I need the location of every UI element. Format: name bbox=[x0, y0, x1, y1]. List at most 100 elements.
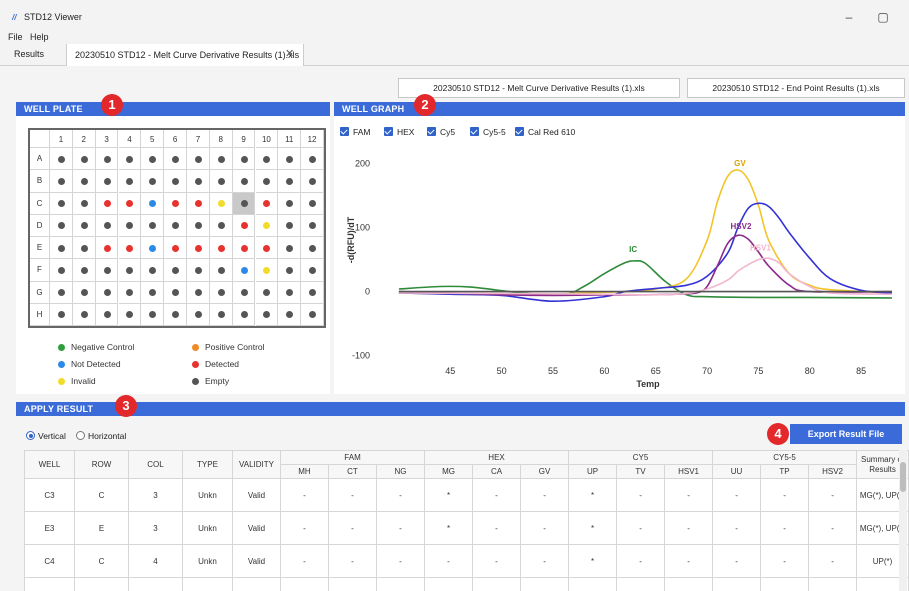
table-row[interactable]: C4 C 4 Unkn Valid - - - - - - * - - - - - UP(*) bbox=[24, 544, 909, 578]
plate-col-header[interactable]: 1 bbox=[50, 130, 73, 148]
well-A8[interactable] bbox=[209, 148, 233, 171]
well-C10[interactable] bbox=[255, 192, 279, 215]
well-H1[interactable] bbox=[50, 303, 73, 326]
col-header-hsv2[interactable]: HSV2 bbox=[808, 464, 858, 479]
well-F7[interactable] bbox=[187, 259, 210, 282]
well-F2[interactable] bbox=[72, 259, 96, 282]
well-A12[interactable] bbox=[301, 148, 324, 171]
well-G8[interactable] bbox=[209, 281, 233, 304]
col-header-tv[interactable]: TV bbox=[616, 464, 666, 479]
well-D3[interactable] bbox=[95, 214, 119, 237]
vertical-radio[interactable]: Vertical bbox=[26, 431, 66, 441]
well-A1[interactable] bbox=[50, 148, 73, 171]
well-F5[interactable] bbox=[141, 259, 165, 282]
well-A11[interactable] bbox=[278, 148, 302, 171]
plate-col-header[interactable]: 8 bbox=[209, 130, 233, 148]
menu-file[interactable]: File bbox=[8, 32, 23, 42]
plate-row-header[interactable]: A bbox=[30, 148, 50, 171]
well-B9[interactable] bbox=[232, 170, 256, 193]
well-G3[interactable] bbox=[95, 281, 119, 304]
well-C7[interactable] bbox=[187, 192, 210, 215]
minimize-button[interactable]: – bbox=[838, 8, 860, 26]
plate-col-header[interactable]: 2 bbox=[72, 130, 96, 148]
plate-row-header[interactable]: D bbox=[30, 214, 50, 237]
well-B8[interactable] bbox=[209, 170, 233, 193]
well-F3[interactable] bbox=[95, 259, 119, 282]
well-H2[interactable] bbox=[72, 303, 96, 326]
well-H10[interactable] bbox=[255, 303, 279, 326]
well-A7[interactable] bbox=[187, 148, 210, 171]
well-H11[interactable] bbox=[278, 303, 302, 326]
well-F10[interactable] bbox=[255, 259, 279, 282]
well-G10[interactable] bbox=[255, 281, 279, 304]
well-D4[interactable] bbox=[118, 214, 142, 237]
well-E11[interactable] bbox=[278, 237, 302, 260]
well-F12[interactable] bbox=[301, 259, 324, 282]
well-A5[interactable] bbox=[141, 148, 165, 171]
well-G12[interactable] bbox=[301, 281, 324, 304]
well-C5[interactable] bbox=[141, 192, 165, 215]
plate-col-header[interactable]: 10 bbox=[255, 130, 279, 148]
well-B6[interactable] bbox=[164, 170, 187, 193]
well-G4[interactable] bbox=[118, 281, 142, 304]
well-D6[interactable] bbox=[164, 214, 187, 237]
well-plate-grid[interactable]: 1 2 3 4 5 6 7 8 9 10 11 12 A B C D E F G H bbox=[28, 128, 326, 328]
well-G6[interactable] bbox=[164, 281, 187, 304]
col-header-validity[interactable]: VALIDITY bbox=[232, 450, 281, 479]
well-E6[interactable] bbox=[164, 237, 187, 260]
col-header-type[interactable]: TYPE bbox=[182, 450, 233, 479]
well-D11[interactable] bbox=[278, 214, 302, 237]
well-E10[interactable] bbox=[255, 237, 279, 260]
tab-melt-curve-file[interactable]: 20230510 STD12 - Melt Curve Derivative R… bbox=[66, 44, 304, 66]
well-B7[interactable] bbox=[187, 170, 210, 193]
col-header-hsv1[interactable]: HSV1 bbox=[664, 464, 714, 479]
well-H8[interactable] bbox=[209, 303, 233, 326]
col-header-mh[interactable]: MH bbox=[280, 464, 329, 479]
export-result-file-button[interactable]: Export Result File bbox=[790, 424, 902, 444]
col-header-well[interactable]: WELL bbox=[24, 450, 75, 479]
well-D2[interactable] bbox=[72, 214, 96, 237]
col-header-gv[interactable]: GV bbox=[520, 464, 570, 479]
channel-checkbox-cal-red-610[interactable]: Cal Red 610 bbox=[515, 127, 575, 137]
well-E5[interactable] bbox=[141, 237, 165, 260]
well-F8[interactable] bbox=[209, 259, 233, 282]
well-G7[interactable] bbox=[187, 281, 210, 304]
well-A4[interactable] bbox=[118, 148, 142, 171]
col-header-row[interactable]: ROW bbox=[74, 450, 129, 479]
well-B12[interactable] bbox=[301, 170, 324, 193]
well-G1[interactable] bbox=[50, 281, 73, 304]
channel-checkbox-hex[interactable]: HEX bbox=[384, 127, 414, 137]
plate-row-header[interactable]: C bbox=[30, 192, 50, 215]
well-D5[interactable] bbox=[141, 214, 165, 237]
end-point-file-button[interactable]: 20230510 STD12 - End Point Results (1).x… bbox=[687, 78, 905, 98]
menu-help[interactable]: Help bbox=[30, 32, 49, 42]
well-F6[interactable] bbox=[164, 259, 187, 282]
plate-col-header[interactable]: 5 bbox=[141, 130, 165, 148]
well-C9[interactable] bbox=[232, 192, 256, 215]
well-B3[interactable] bbox=[95, 170, 119, 193]
plate-row-header[interactable]: F bbox=[30, 259, 50, 282]
well-H9[interactable] bbox=[232, 303, 256, 326]
well-G5[interactable] bbox=[141, 281, 165, 304]
well-C12[interactable] bbox=[301, 192, 324, 215]
well-B4[interactable] bbox=[118, 170, 142, 193]
well-D1[interactable] bbox=[50, 214, 73, 237]
well-B11[interactable] bbox=[278, 170, 302, 193]
well-G2[interactable] bbox=[72, 281, 96, 304]
table-row[interactable]: E4E4UnknValid------*-----UP(*) bbox=[24, 577, 909, 591]
well-E1[interactable] bbox=[50, 237, 73, 260]
well-G11[interactable] bbox=[278, 281, 302, 304]
well-H7[interactable] bbox=[187, 303, 210, 326]
channel-checkbox-cy5[interactable]: Cy5 bbox=[427, 127, 455, 137]
plate-col-header[interactable]: 6 bbox=[164, 130, 187, 148]
well-A3[interactable] bbox=[95, 148, 119, 171]
well-E9[interactable] bbox=[232, 237, 256, 260]
plate-col-header[interactable]: 11 bbox=[278, 130, 302, 148]
well-E7[interactable] bbox=[187, 237, 210, 260]
well-A9[interactable] bbox=[232, 148, 256, 171]
well-F9[interactable] bbox=[232, 259, 256, 282]
well-C6[interactable] bbox=[164, 192, 187, 215]
well-D12[interactable] bbox=[301, 214, 324, 237]
maximize-button[interactable]: ▢ bbox=[872, 8, 894, 26]
col-header-col[interactable]: COL bbox=[128, 450, 183, 479]
